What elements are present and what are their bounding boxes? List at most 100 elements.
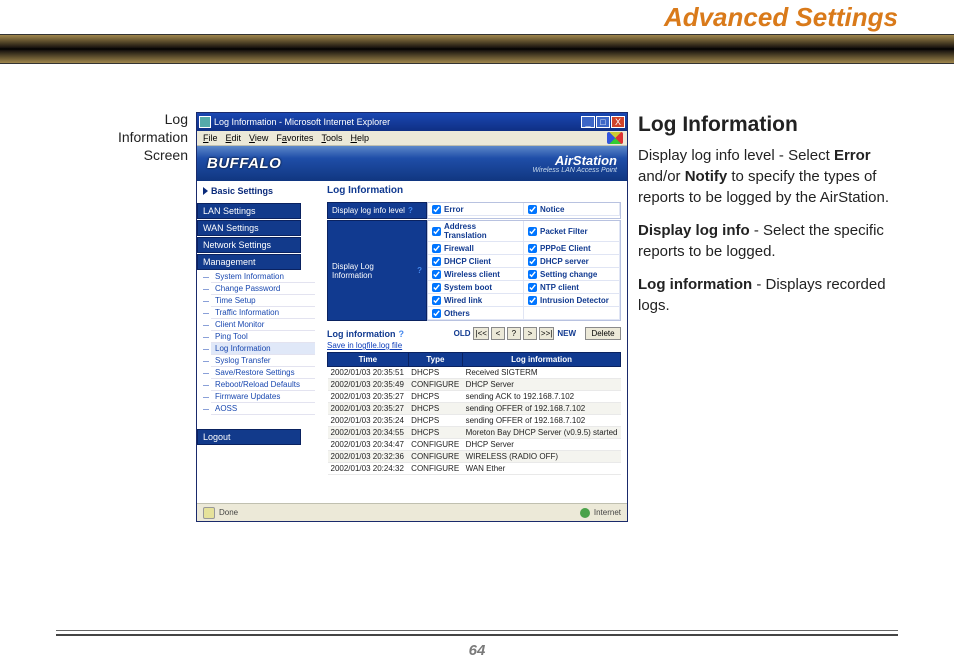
checkbox-address-translation[interactable] [432,227,441,236]
checkbox-label: NTP client [540,283,579,292]
explain-heading: Log Information [638,110,900,139]
checkbox-system-boot[interactable] [432,283,441,292]
nav-management[interactable]: Management [197,254,301,270]
checkbox-label: DHCP Client [444,257,491,266]
loginfo-label: Log information? [327,329,404,339]
table-row: 2002/01/03 20:32:36CONFIGUREWIRELESS (RA… [328,451,621,463]
checkbox-label: Firewall [444,244,474,253]
col-time: Time [328,353,409,367]
table-row: 2002/01/03 20:34:55DHCPSMoreton Bay DHCP… [328,427,621,439]
pager-last[interactable]: >>| [539,327,554,340]
menubar: File Edit View Favorites Tools Help [197,131,627,146]
nav-logout[interactable]: Logout [197,429,301,445]
windows-flag-icon [607,132,623,144]
save-logfile-link[interactable]: Save in logfile.log file [327,341,402,350]
checkbox-wireless-client[interactable] [432,270,441,279]
explanation-column: Log Information Display log info level -… [638,110,900,328]
sidebar-item-change-password[interactable]: Change Password [211,283,315,295]
table-row: 2002/01/03 20:24:32CONFIGUREWAN Ether [328,463,621,475]
help-icon[interactable]: ? [408,206,413,215]
sidebar-item-traffic-information[interactable]: Traffic Information [211,307,315,319]
nav-network[interactable]: Network Settings [197,237,301,253]
section-title: Advanced Settings [664,2,898,33]
sidebar-item-reboot-reload-defaults[interactable]: Reboot/Reload Defaults [211,379,315,391]
status-done: Done [219,508,238,517]
sidebar-item-client-monitor[interactable]: Client Monitor [211,319,315,331]
sidebar-item-ping-tool[interactable]: Ping Tool [211,331,315,343]
checkbox-intrusion-detector[interactable] [528,296,537,305]
left-nav: Basic Settings LAN Settings WAN Settings… [197,181,315,503]
checkbox-wired-link[interactable] [432,296,441,305]
nav-lan[interactable]: LAN Settings [197,203,301,219]
checkbox-label: Wired link [444,296,482,305]
checkbox-label: Error [444,205,464,214]
checkbox-label: Wireless client [444,270,500,279]
checkbox-label: Notice [540,205,564,214]
page-title: Log Information [327,185,621,196]
pager-prev[interactable]: < [491,327,505,340]
info-label: Display Log Information? [327,220,427,321]
minimize-button[interactable]: _ [581,116,595,128]
help-icon[interactable]: ? [399,329,405,339]
checkbox-ntp-client[interactable] [528,283,537,292]
top-band [0,34,954,64]
pager-old: OLD [453,329,472,338]
pager-new: NEW [556,329,577,338]
pager-next[interactable]: > [523,327,537,340]
checkbox-others[interactable] [432,309,441,318]
status-zone: Internet [594,508,621,517]
table-row: 2002/01/03 20:34:47CONFIGUREDHCP Server [328,439,621,451]
log-table: TimeTypeLog information 2002/01/03 20:35… [327,352,621,475]
sidebar-item-save-restore-settings[interactable]: Save/Restore Settings [211,367,315,379]
maximize-button[interactable]: □ [596,116,610,128]
menu-tools[interactable]: Tools [321,133,342,143]
pager-page[interactable]: ? [507,327,521,340]
checkbox-label: Others [444,309,470,318]
pager: OLD |<< < ? > >>| NEW Delete [453,327,621,340]
checkbox-notice[interactable] [528,205,537,214]
checkbox-error[interactable] [432,205,441,214]
basic-settings-link[interactable]: Basic Settings [197,181,315,201]
help-icon[interactable]: ? [417,266,422,275]
checkbox-firewall[interactable] [432,244,441,253]
checkbox-dhcp-server[interactable] [528,257,537,266]
pager-first[interactable]: |<< [473,327,488,340]
col-log-information: Log information [463,353,621,367]
menu-edit[interactable]: Edit [226,133,242,143]
sidebar-item-log-information[interactable]: Log Information [211,343,315,355]
main-panel: Log Information Display log info level? … [315,181,627,503]
page-number: 64 [0,642,954,659]
window-title: Log Information - Microsoft Internet Exp… [214,117,390,127]
sidebar-item-system-information[interactable]: System Information [211,271,315,283]
close-button[interactable]: X [611,116,625,128]
sidebar-item-syslog-transfer[interactable]: Syslog Transfer [211,355,315,367]
checkbox-label: Address Translation [444,222,519,240]
airstation-logo: AirStation Wireless LAN Access Point [533,153,617,174]
explain-p2: Display log info - Select the specific r… [638,220,900,262]
checkbox-label: Packet Filter [540,227,588,236]
checkbox-label: Setting change [540,270,597,279]
status-bar: Done Internet [197,503,627,521]
table-row: 2002/01/03 20:35:27DHCPSsending OFFER of… [328,403,621,415]
checkbox-label: Intrusion Detector [540,296,609,305]
delete-button[interactable]: Delete [585,327,621,340]
checkbox-dhcp-client[interactable] [432,257,441,266]
checkbox-packet-filter[interactable] [528,227,537,236]
table-row: 2002/01/03 20:35:51DHCPSReceived SIGTERM [328,367,621,379]
table-row: 2002/01/03 20:35:49CONFIGUREDHCP Server [328,379,621,391]
explain-p3: Log information - Displays recorded logs… [638,274,900,316]
explain-p1: Display log info level - Select Error an… [638,145,900,208]
nav-wan[interactable]: WAN Settings [197,220,301,236]
checkbox-setting-change[interactable] [528,270,537,279]
menu-help[interactable]: Help [350,133,369,143]
level-label: Display log info level? [327,202,427,219]
menu-view[interactable]: View [249,133,268,143]
table-row: 2002/01/03 20:35:24DHCPSsending OFFER of… [328,415,621,427]
sidebar-item-aoss[interactable]: AOSS [211,403,315,415]
menu-file[interactable]: File [203,133,218,143]
sidebar-item-time-setup[interactable]: Time Setup [211,295,315,307]
sidebar-item-firmware-updates[interactable]: Firmware Updates [211,391,315,403]
menu-favorites[interactable]: Favorites [276,133,313,143]
table-row: 2002/01/03 20:35:27DHCPSsending ACK to 1… [328,391,621,403]
checkbox-pppoe-client[interactable] [528,244,537,253]
